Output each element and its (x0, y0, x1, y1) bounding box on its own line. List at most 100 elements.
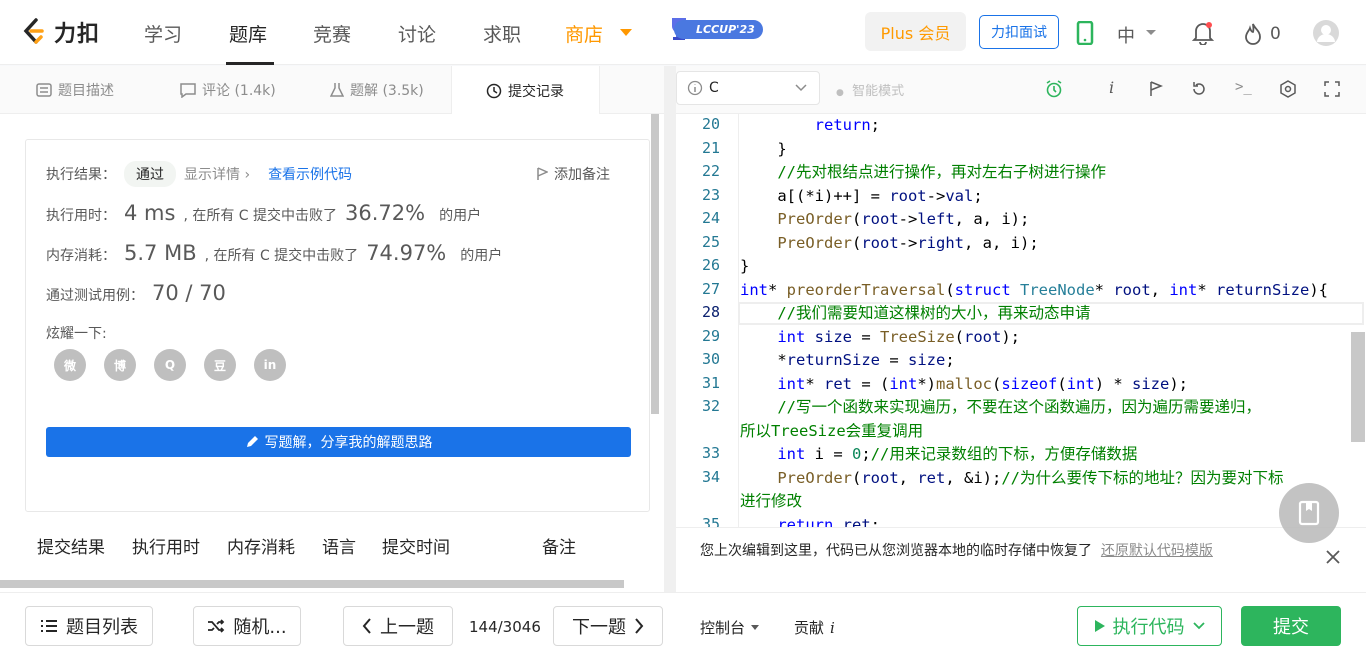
language-switch[interactable]: 中 (1117, 22, 1135, 48)
line-number: 22 (701, 162, 720, 180)
memory-value: 5.7 MB (124, 241, 197, 265)
submissions-table-header: 提交结果 执行用时 内存消耗 语言 提交时间 备注 (25, 519, 650, 571)
shop-dropdown-icon[interactable] (620, 29, 632, 36)
memory-percent: 74.97% (366, 241, 447, 265)
reset-icon[interactable] (1191, 81, 1207, 97)
streak-count: 0 (1270, 24, 1281, 44)
flag-icon[interactable] (1149, 81, 1163, 97)
chevron-right-icon (635, 618, 644, 634)
problem-list-button[interactable]: 题目列表 (25, 606, 153, 646)
result-label: 执行结果： (46, 167, 116, 183)
info-italic-icon[interactable]: i (1109, 78, 1114, 97)
settings-icon[interactable] (1279, 80, 1297, 98)
write-solution-button[interactable]: 写题解，分享我的解题思路 (46, 427, 631, 457)
language-select[interactable]: C (676, 71, 820, 105)
random-button[interactable]: 随机... (193, 606, 301, 646)
code-line[interactable]: 进行修改 (740, 490, 802, 513)
tab-comments[interactable]: 评论 (1.4k) (164, 66, 304, 114)
line-number: 21 (701, 138, 720, 157)
linkedin-icon[interactable]: in (254, 349, 286, 381)
wechat-icon[interactable]: 微 (54, 349, 86, 381)
code-line[interactable]: int i = 0;//用来记录数组的下标，方便存储数据 (740, 443, 1137, 466)
fire-icon[interactable] (1243, 22, 1263, 46)
nav-contest[interactable]: 竞赛 (313, 20, 351, 47)
tab-label: 评论 (1.4k) (202, 83, 276, 99)
next-problem-button[interactable]: 下一题 (553, 606, 663, 646)
code-line[interactable]: } (740, 255, 749, 278)
console-toggle[interactable]: 控制台 (700, 617, 760, 638)
terminal-icon[interactable]: >_ (1235, 79, 1252, 95)
fullscreen-icon[interactable] (1324, 81, 1340, 97)
nav-problems[interactable]: 题库 (229, 20, 267, 47)
code-line[interactable]: return ret; (740, 514, 880, 528)
code-line[interactable]: //写一个函数来实现遍历，不要在这个函数遍历，因为遍历需要递归， (740, 396, 1261, 419)
code-line[interactable]: //先对根结点进行操作，再对左右子树进行操作 (740, 161, 1106, 184)
lccup-banner[interactable]: LCCUP'23 (668, 16, 763, 42)
code-line[interactable]: 所以TreeSize会重复调用 (740, 420, 923, 443)
add-note-button[interactable]: 添加备注 (536, 164, 610, 184)
runtime-users: 的用户 (439, 208, 482, 224)
nav-jobs[interactable]: 求职 (483, 20, 521, 47)
left-horizontal-scrollbar[interactable] (0, 580, 624, 588)
code-line[interactable]: PreOrder(root->left, a, i); (740, 208, 1029, 231)
qq-icon[interactable]: Q (154, 349, 186, 381)
list-icon (41, 620, 57, 632)
code-line[interactable]: //我们需要知道这棵树的大小，再来动态申请 (740, 302, 1090, 325)
code-line[interactable]: } (740, 138, 786, 161)
weibo-icon[interactable]: 博 (104, 349, 136, 381)
tab-submissions[interactable]: 提交记录 (451, 66, 600, 115)
tab-solutions[interactable]: 题解 (3.5k) (314, 66, 450, 114)
douban-icon[interactable]: 豆 (204, 349, 236, 381)
editor-toolbar: C ● 智能模式 i >_ (676, 66, 1366, 114)
notebook-fab-button[interactable] (1279, 483, 1339, 543)
run-code-button[interactable]: 执行代码 (1077, 606, 1222, 646)
line-number: 35 (701, 514, 720, 528)
chevron-left-icon (362, 618, 371, 634)
code-line[interactable]: int* preorderTraversal(struct TreeNode* … (740, 279, 1328, 302)
submit-button[interactable]: 提交 (1241, 606, 1341, 646)
close-icon[interactable] (1326, 550, 1340, 564)
chevron-down-icon[interactable] (1145, 29, 1157, 37)
panel-divider[interactable] (664, 66, 1335, 592)
show-details-link[interactable]: 显示详情 › (184, 164, 250, 184)
logo[interactable]: 力扣 (22, 16, 100, 48)
restore-message: 您上次编辑到这里，代码已从您浏览器本地的临时存储中恢复了 还原默认代码模版 (700, 543, 1213, 559)
runtime-value: 4 ms (124, 201, 176, 225)
alarm-clock-icon[interactable] (1045, 80, 1063, 98)
avatar[interactable] (1313, 20, 1339, 46)
smart-mode-toggle[interactable]: ● 智能模式 (836, 80, 904, 99)
bell-icon[interactable] (1192, 21, 1214, 45)
tab-description[interactable]: 题目描述 (20, 66, 150, 114)
code-editor[interactable]: 20 return; 21 } 22 //先对根结点进行操作，再对左右子树进行操作 2… (676, 114, 1366, 527)
logo-text: 力扣 (54, 22, 101, 47)
example-code-link[interactable]: 查看示例代码 (268, 164, 352, 184)
editor-scrollbar[interactable] (1351, 332, 1365, 442)
info-italic-icon: i (830, 618, 835, 637)
code-line[interactable]: PreOrder(root, ret, &i);//为什么要传下标的地址？因为要… (740, 467, 1283, 490)
clock-icon (486, 83, 502, 98)
tab-label: 题目描述 (58, 83, 114, 99)
code-line[interactable]: int* ret = (int*)malloc(sizeof(int) * si… (740, 373, 1188, 396)
code-line[interactable]: int size = TreeSize(root); (740, 326, 1020, 349)
prev-problem-button[interactable]: 上一题 (343, 606, 453, 646)
nav-study[interactable]: 学习 (144, 20, 182, 47)
flask-icon (330, 83, 344, 97)
memory-text: , 在所有 C 提交中击败了 (204, 248, 359, 264)
plus-member-button[interactable]: Plus 会员 (865, 12, 966, 51)
nav-shop[interactable]: 商店 (565, 20, 603, 47)
line-number: 34 (701, 467, 720, 486)
code-line[interactable]: PreOrder(root->right, a, i); (740, 232, 1038, 255)
code-line[interactable]: *returnSize = size; (740, 349, 954, 372)
code-line[interactable]: a[(*i)++] = root->val; (740, 185, 982, 208)
contribute-button[interactable]: 贡献 i (794, 617, 835, 638)
submission-panel: 执行结果： 通过 显示详情 › 查看示例代码 添加备注 执行用时： 4 ms ,… (0, 114, 664, 592)
code-line[interactable]: return; (740, 114, 880, 137)
interview-button[interactable]: 力扣面试 (979, 15, 1059, 49)
problem-tabs: 题目描述 评论 (1.4k) 题解 (3.5k) 提交记录 (0, 66, 664, 115)
restore-default-link[interactable]: 还原默认代码模版 (1101, 543, 1213, 559)
line-number: 32 (701, 397, 720, 415)
mobile-icon[interactable] (1076, 21, 1094, 45)
left-vertical-scrollbar[interactable] (651, 114, 659, 414)
page-indicator: 144/3046 (469, 618, 541, 636)
nav-discuss[interactable]: 讨论 (398, 20, 436, 47)
